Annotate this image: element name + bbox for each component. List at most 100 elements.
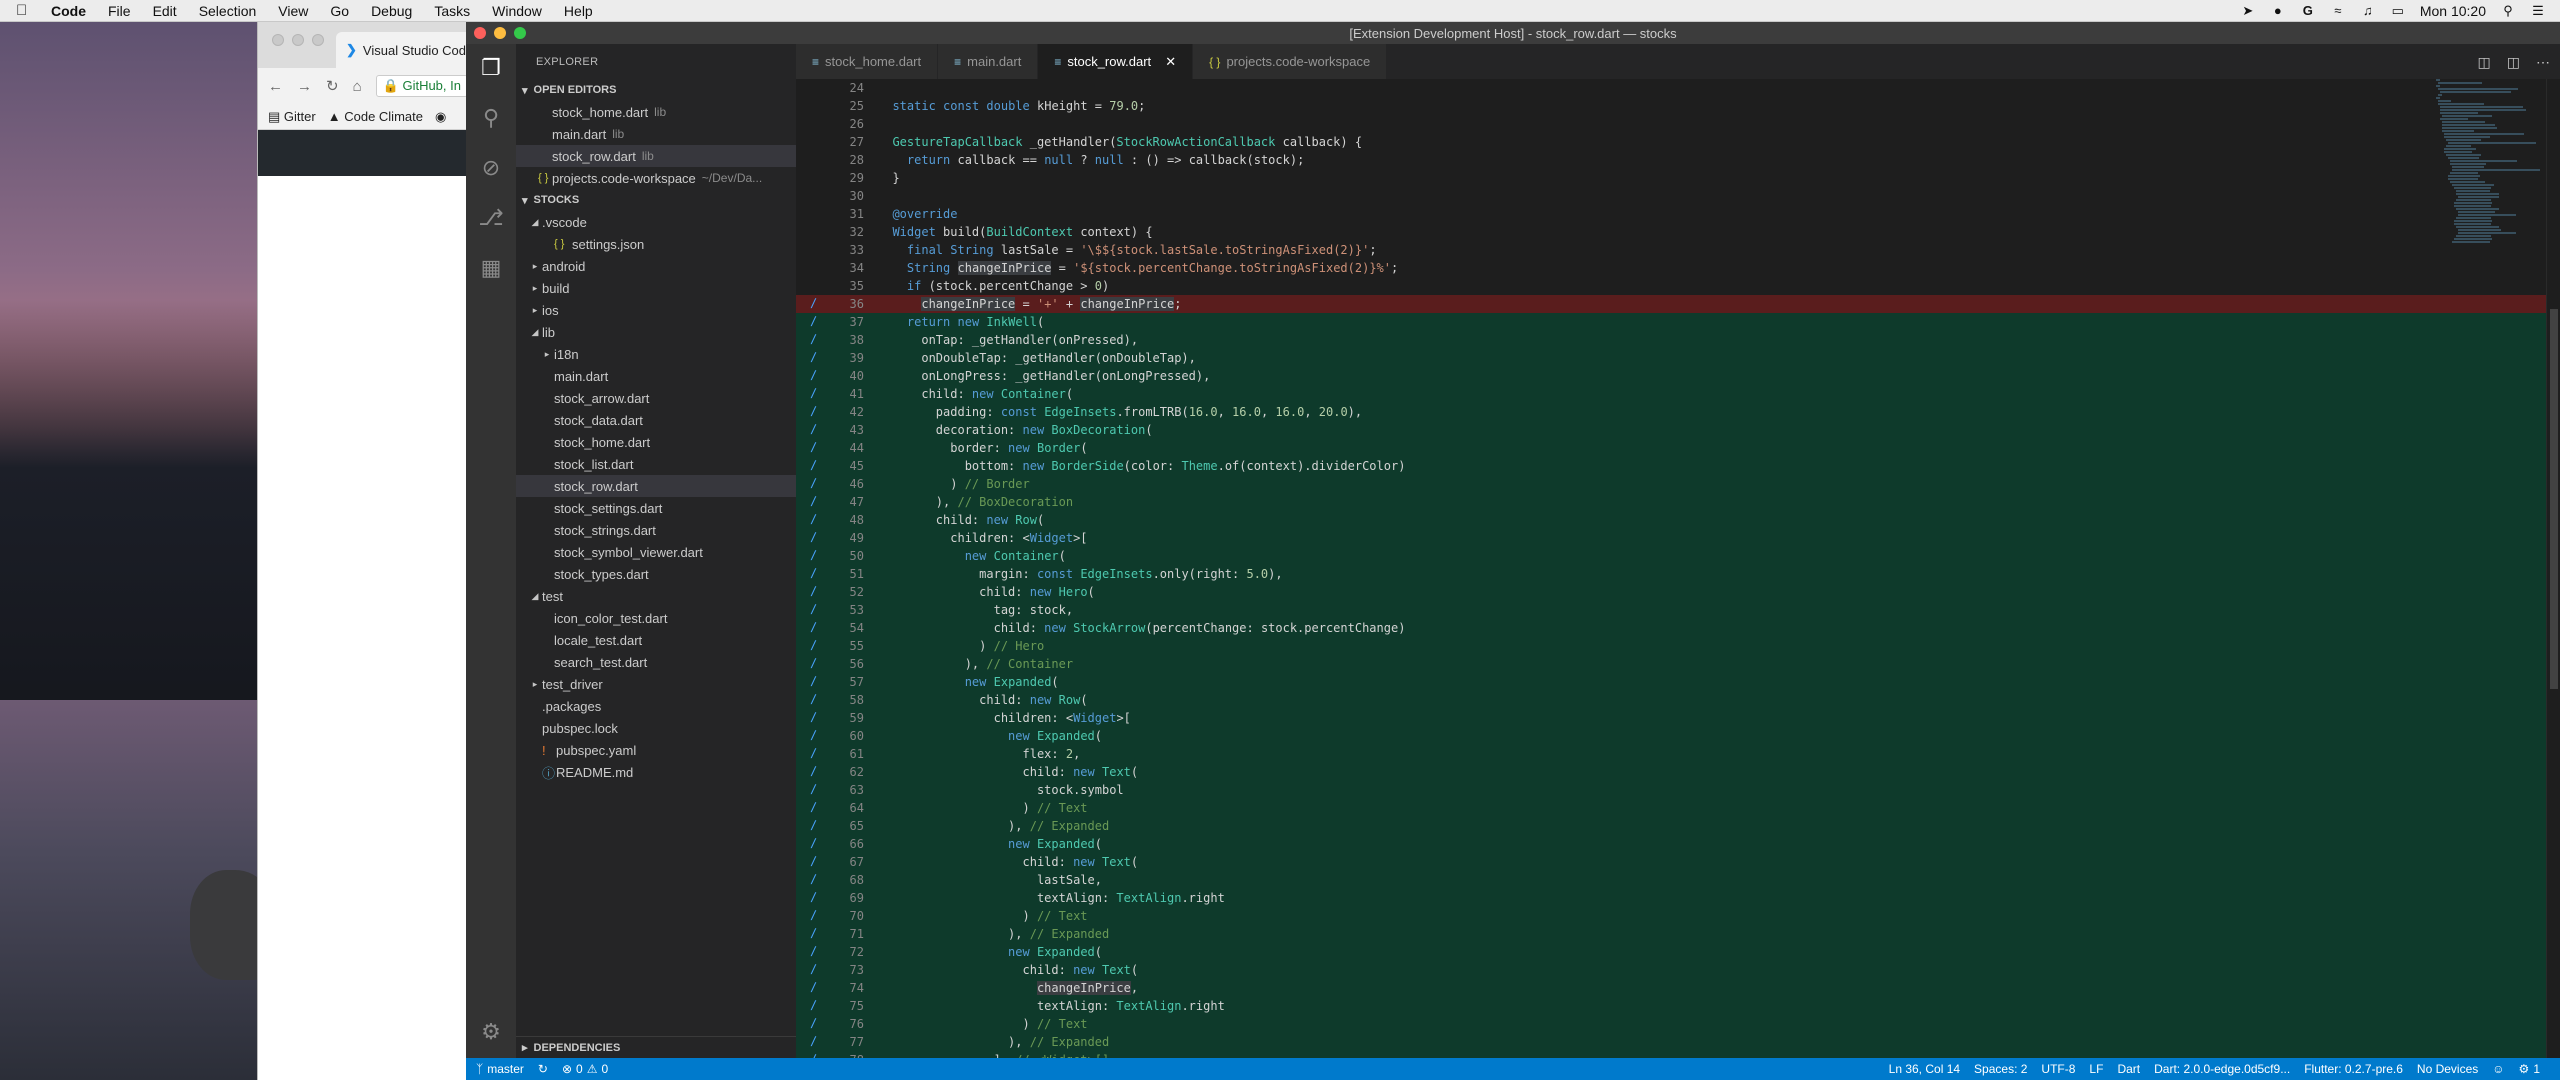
menu-help[interactable]: Help xyxy=(553,3,604,19)
problems-status[interactable]: ⊗ 0 ⚠ 0 xyxy=(562,1062,608,1076)
debug-no-bug-icon[interactable]: ⊘ xyxy=(477,154,505,182)
flutter-sdk-version[interactable]: Flutter: 0.2.7-pre.6 xyxy=(2304,1062,2403,1076)
diff-marker-icon[interactable]: ∕ xyxy=(810,674,822,690)
diff-marker-icon[interactable]: ∕ xyxy=(810,854,822,870)
chrome-zoom-button[interactable] xyxy=(312,34,324,46)
source-control-icon[interactable]: ⎇ xyxy=(477,204,505,232)
open-editors-header[interactable]: ▾ OPEN EDITORS xyxy=(516,79,796,101)
editor-tab[interactable]: ≡ stock_home.dart xyxy=(796,44,939,79)
language-mode[interactable]: Dart xyxy=(2117,1062,2140,1076)
sync-status[interactable]: ↻ xyxy=(538,1062,548,1076)
diff-marker-icon[interactable]: ∕ xyxy=(810,692,822,708)
diff-marker-icon[interactable]: ∕ xyxy=(810,548,822,564)
diff-marker-icon[interactable]: ∕ xyxy=(810,890,822,906)
close-window-button[interactable] xyxy=(474,27,486,39)
file-tree-item[interactable]: locale_test.dart xyxy=(516,629,796,651)
bookmark-gitter[interactable]: ▤ Gitter xyxy=(268,109,316,125)
home-icon[interactable]: ⌂ xyxy=(353,78,362,95)
notification-center-icon[interactable]: ☰ xyxy=(2530,3,2546,18)
diff-marker-icon[interactable]: ∕ xyxy=(810,746,822,762)
file-tree-item[interactable]: stock_list.dart xyxy=(516,453,796,475)
forward-arrow-icon[interactable]: → xyxy=(297,78,312,95)
editor-tab[interactable]: ≡ stock_row.dart ✕ xyxy=(1038,44,1194,79)
file-tree-item[interactable]: ! pubspec.yaml xyxy=(516,739,796,761)
diff-marker-icon[interactable]: ∕ xyxy=(810,764,822,780)
diff-marker-icon[interactable]: ∕ xyxy=(810,422,822,438)
file-tree-item[interactable]: ⓘ README.md xyxy=(516,761,796,783)
diff-marker-icon[interactable]: ∕ xyxy=(810,314,822,330)
diff-marker-icon[interactable]: ∕ xyxy=(810,566,822,582)
dependencies-header[interactable]: ▸ DEPENDENCIES xyxy=(516,1036,796,1058)
editor-tab[interactable]: { } projects.code-workspace xyxy=(1193,44,1388,79)
location-arrow-icon[interactable]: ➤ xyxy=(2240,3,2256,18)
editor-vertical-scrollbar[interactable] xyxy=(2546,79,2560,1058)
file-tree-item[interactable]: ◢ lib xyxy=(516,321,796,343)
file-tree-item[interactable]: ▸ build xyxy=(516,277,796,299)
editor-tab[interactable]: ≡ main.dart xyxy=(938,44,1039,79)
github-icon[interactable]: ◉ xyxy=(435,109,446,125)
encoding[interactable]: UTF-8 xyxy=(2041,1062,2075,1076)
file-tree-item[interactable]: stock_types.dart xyxy=(516,563,796,585)
indentation[interactable]: Spaces: 2 xyxy=(1974,1062,2027,1076)
open-editor-item[interactable]: { } projects.code-workspace ~/Dev/Da... xyxy=(516,167,796,189)
open-editor-item[interactable]: stock_row.dart lib xyxy=(516,145,796,167)
minimap[interactable] xyxy=(2436,79,2546,243)
file-tree-item[interactable]: stock_strings.dart xyxy=(516,519,796,541)
diff-marker-icon[interactable]: ∕ xyxy=(810,782,822,798)
file-tree-item[interactable]: stock_row.dart xyxy=(516,475,796,497)
spotlight-search-icon[interactable]: ⚲ xyxy=(2500,3,2516,18)
address-bar[interactable]: 🔒 GitHub, In xyxy=(375,75,468,97)
menu-window[interactable]: Window xyxy=(481,3,553,19)
chrome-close-button[interactable] xyxy=(272,34,284,46)
diff-marker-icon[interactable]: ∕ xyxy=(810,638,822,654)
menu-file[interactable]: File xyxy=(97,3,142,19)
cursor-position[interactable]: Ln 36, Col 14 xyxy=(1889,1062,1960,1076)
dart-sdk-version[interactable]: Dart: 2.0.0-edge.0d5cf9... xyxy=(2154,1062,2290,1076)
diff-marker-icon[interactable]: ∕ xyxy=(810,998,822,1014)
file-tree-item[interactable]: ◢ test xyxy=(516,585,796,607)
notifications[interactable]: ⚙ 1 xyxy=(2519,1062,2540,1076)
file-tree-item[interactable]: ◢ .vscode xyxy=(516,211,796,233)
diff-marker-icon[interactable]: ∕ xyxy=(810,818,822,834)
file-tree-item[interactable]: stock_arrow.dart xyxy=(516,387,796,409)
open-editor-item[interactable]: stock_home.dart lib xyxy=(516,101,796,123)
diff-marker-icon[interactable]: ∕ xyxy=(810,602,822,618)
dark-circle-icon[interactable]: ● xyxy=(2270,3,2286,18)
diff-marker-icon[interactable]: ∕ xyxy=(810,440,822,456)
search-icon[interactable]: ⚲ xyxy=(477,104,505,132)
device-selector[interactable]: No Devices xyxy=(2417,1062,2478,1076)
file-tree-item[interactable]: ▸ test_driver xyxy=(516,673,796,695)
diff-marker-icon[interactable]: ∕ xyxy=(810,386,822,402)
scrollbar-thumb[interactable] xyxy=(2550,309,2558,689)
diff-marker-icon[interactable]: ∕ xyxy=(810,944,822,960)
file-tree-item[interactable]: pubspec.lock xyxy=(516,717,796,739)
feedback-smiley-icon[interactable]: ☺ xyxy=(2492,1062,2504,1076)
menubar-clock[interactable]: Mon 10:20 xyxy=(2420,3,2486,19)
menu-view[interactable]: View xyxy=(267,3,319,19)
code-editor[interactable]: 24 25 static const double kHeight = 79.0;… xyxy=(796,79,2560,1058)
diff-marker-icon[interactable]: ∕ xyxy=(810,728,822,744)
diff-marker-icon[interactable]: ∕ xyxy=(810,458,822,474)
diff-marker-icon[interactable]: ∕ xyxy=(810,908,822,924)
file-tree-item[interactable]: stock_symbol_viewer.dart xyxy=(516,541,796,563)
file-tree-item[interactable]: icon_color_test.dart xyxy=(516,607,796,629)
extensions-icon[interactable]: ▦ xyxy=(477,254,505,282)
diff-marker-icon[interactable]: ∕ xyxy=(810,404,822,420)
minimize-window-button[interactable] xyxy=(494,27,506,39)
diff-marker-icon[interactable]: ∕ xyxy=(810,350,822,366)
end-of-line[interactable]: LF xyxy=(2089,1062,2103,1076)
diff-marker-icon[interactable]: ∕ xyxy=(810,620,822,636)
menu-edit[interactable]: Edit xyxy=(142,3,188,19)
volume-icon[interactable]: ♫ xyxy=(2360,3,2376,18)
settings-gear-icon[interactable]: ⚙ xyxy=(477,1018,505,1046)
diff-marker-icon[interactable]: ∕ xyxy=(810,332,822,348)
menu-app[interactable]: Code xyxy=(40,3,97,19)
reload-icon[interactable]: ↻ xyxy=(326,77,339,95)
diff-marker-icon[interactable]: ∕ xyxy=(810,872,822,888)
diff-marker-icon[interactable]: ∕ xyxy=(810,494,822,510)
menu-tasks[interactable]: Tasks xyxy=(423,3,481,19)
zoom-window-button[interactable] xyxy=(514,27,526,39)
apple-icon[interactable]:  xyxy=(16,2,40,19)
bookmark-code-climate[interactable]: ▲ Code Climate xyxy=(328,109,423,124)
diff-marker-icon[interactable]: ∕ xyxy=(810,800,822,816)
